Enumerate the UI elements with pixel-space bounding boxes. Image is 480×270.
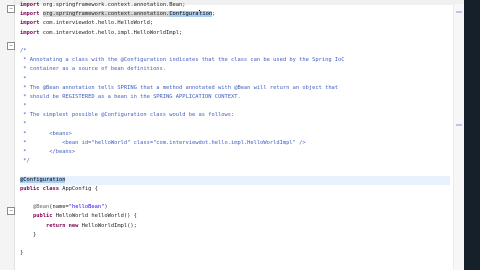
code-editor[interactable]: import org.springframework.context.annot… (20, 1, 450, 258)
code-line-15: * <beans> (20, 130, 72, 137)
code-line-12: * (20, 103, 27, 110)
code-line-16: * <bean id="helloWorld" class="com.inter… (20, 139, 306, 146)
code-line-26: } (20, 231, 37, 238)
code-line-11: * should be REGISTERED as a bean in the … (20, 93, 241, 100)
code-line-28: } (20, 250, 24, 257)
code-line-6: /* (20, 47, 27, 54)
editor-overview-ruler[interactable] (453, 4, 464, 270)
code-line-8: * container as a source of bean definiti… (20, 66, 167, 73)
code-line-13: * The simplest possible @Configuration c… (20, 112, 235, 119)
occurrence-mark[interactable] (456, 124, 462, 126)
code-line-21: public class AppConfig { (20, 185, 98, 192)
code-line-17: * </beans> (20, 149, 76, 155)
code-line-23: @Bean(name="helloBean") (32, 204, 108, 211)
code-line-3: import com.interviewdot.hello.HelloWorld… (20, 20, 154, 27)
code-line-1: import org.springframework.context.annot… (20, 2, 186, 8)
code-line-25: return new HelloWorldImpl(); (45, 222, 137, 229)
fold-method-icon[interactable]: − (7, 207, 15, 215)
code-line-7: * Annotating a class with the @Configura… (20, 57, 345, 64)
code-line-20: @Configuration (20, 175, 450, 185)
fold-imports-icon[interactable]: − (7, 5, 15, 13)
code-line-10: * The @Bean annotation tells SPRING that… (20, 84, 339, 91)
code-line-20-annotation: @Configuration (20, 176, 66, 183)
editor-gutter: − − − (0, 0, 15, 270)
code-line-9: * (20, 75, 27, 82)
code-line-2: import org.springframework.context.annot… (20, 10, 216, 18)
code-line-18: */ (20, 158, 30, 165)
code-line-14: * (20, 121, 27, 128)
fold-comment-icon[interactable]: − (7, 42, 15, 50)
code-line-4: import com.interviewdot.hello.impl.Hello… (20, 29, 183, 36)
window-edge (464, 0, 480, 270)
code-line-24: public HelloWorld helloWorld() { (32, 213, 137, 220)
code-line-1-text: org.springframework.context.annotation.B… (42, 2, 186, 8)
occurrence-mark[interactable] (456, 11, 462, 13)
